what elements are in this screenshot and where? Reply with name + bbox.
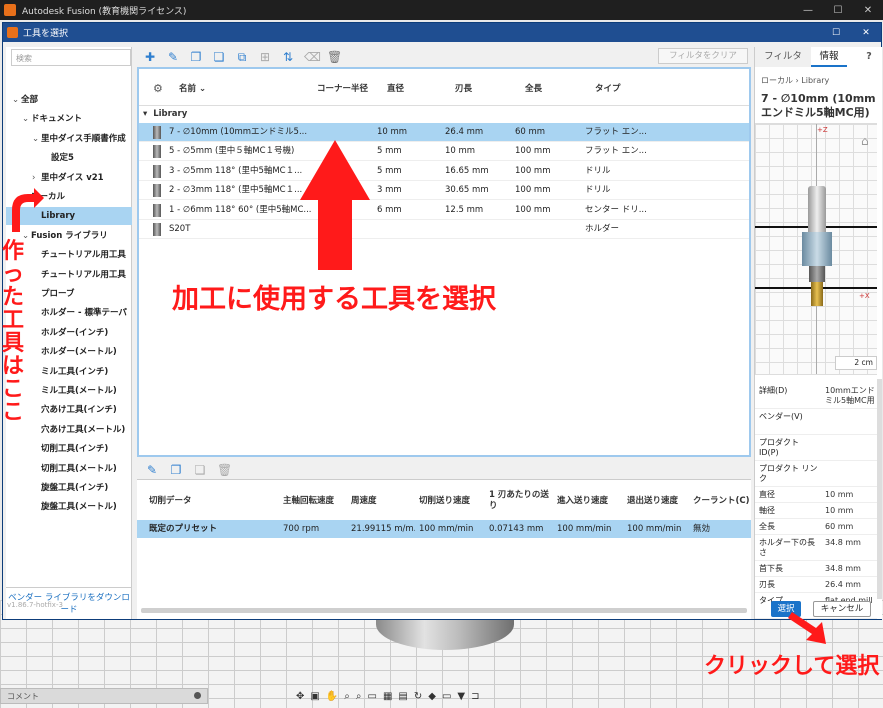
annotation-main: 加工に使用する工具を選択 bbox=[172, 284, 496, 315]
annotation-side: 作った工具はここ bbox=[2, 239, 25, 425]
annotation-click: クリックして選択 bbox=[704, 654, 880, 679]
curved-arrow bbox=[12, 188, 44, 232]
annotation-overlay bbox=[12, 140, 826, 644]
up-arrow bbox=[300, 140, 370, 270]
pointer-arrow bbox=[788, 612, 826, 644]
